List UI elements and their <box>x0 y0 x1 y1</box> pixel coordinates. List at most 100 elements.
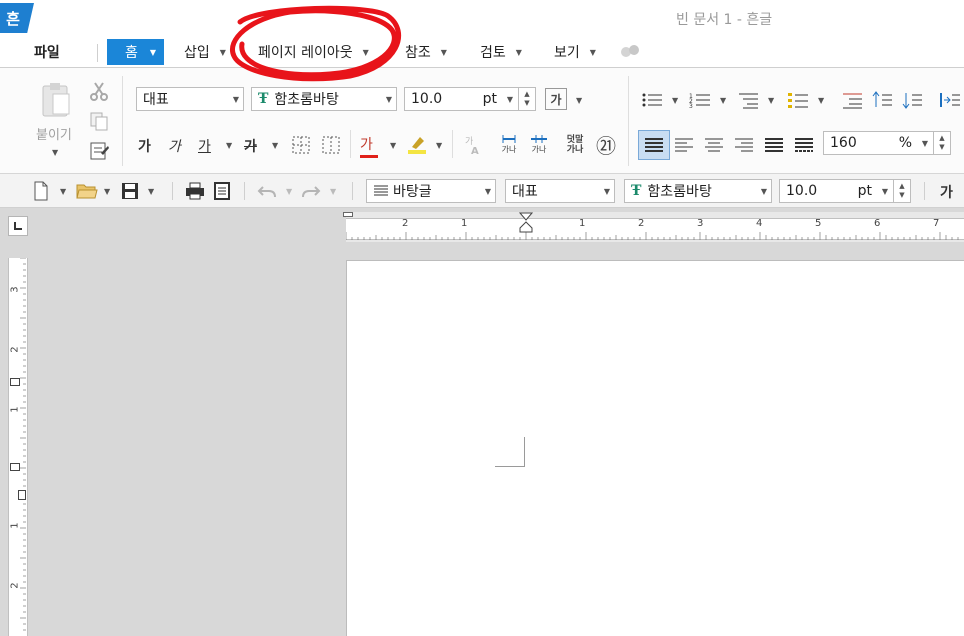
spacing-above-icon[interactable] <box>870 90 894 110</box>
chevron-down-icon[interactable]: ▼ <box>104 187 110 196</box>
indent-icon[interactable] <box>938 90 962 110</box>
ruler-label: 1 <box>579 218 586 229</box>
chevron-down-icon[interactable]: ▼ <box>390 141 396 150</box>
paragraph-style-combo[interactable]: 바탕글 ▼ <box>366 179 496 203</box>
menu-file[interactable]: 파일 <box>34 39 60 65</box>
left-margin-marker[interactable] <box>343 212 353 217</box>
document-page[interactable] <box>346 260 964 636</box>
chevron-down-icon[interactable]: ▼ <box>60 187 66 196</box>
indent-marker-vertical[interactable] <box>10 463 20 471</box>
ruler-track: 2 1 1 2 3 4 5 6 7 <box>346 218 964 240</box>
spacing-below-icon[interactable] <box>900 90 924 110</box>
chevron-down-icon[interactable]: ▼ <box>226 141 232 150</box>
paragraph-marker[interactable] <box>18 490 26 500</box>
highlight-icon[interactable] <box>406 133 428 155</box>
paragraph-number-icon[interactable] <box>840 90 864 110</box>
tab-page-layout[interactable]: 페이지 레이아웃 ▼ <box>258 39 369 65</box>
font-color-button[interactable]: 가 <box>360 134 378 158</box>
chevron-down-icon[interactable]: ▼ <box>672 96 678 105</box>
svg-text:A: A <box>471 146 479 156</box>
print-icon[interactable] <box>184 181 206 201</box>
spacing-increase-button[interactable]: 가나 <box>528 130 550 158</box>
ruler-label: 3 <box>9 286 21 293</box>
font-size-field[interactable]: 10.0 pt ▼ ▲ ▼ <box>404 87 536 111</box>
quick-style-combo[interactable]: 대표 ▼ <box>505 179 615 203</box>
tab-review[interactable]: 검토 ▼ <box>480 39 522 65</box>
chevron-down-icon[interactable]: ▼ <box>436 141 442 150</box>
share-icon[interactable] <box>620 44 640 58</box>
line-spacing-unit: % <box>898 135 912 151</box>
tab-type-button[interactable] <box>8 216 28 236</box>
align-center-icon[interactable] <box>702 134 726 156</box>
chevron-down-icon: ▼ <box>760 187 767 196</box>
font-combo[interactable]: Ŧ 함초롬바탕 ▼ <box>251 87 397 111</box>
superscript-icon[interactable] <box>290 134 312 156</box>
copy-icon[interactable] <box>88 110 110 132</box>
toolbar-divider <box>352 182 353 200</box>
over-char-button[interactable]: 덧말 가나 <box>562 132 588 158</box>
undo-icon[interactable] <box>256 182 278 200</box>
bullet-list-icon[interactable] <box>640 90 664 110</box>
distribute-icon[interactable] <box>762 134 786 156</box>
svg-text:3: 3 <box>689 103 693 109</box>
new-document-icon[interactable] <box>32 181 50 201</box>
chevron-down-icon[interactable]: ▼ <box>330 187 336 196</box>
paste-icon[interactable] <box>38 82 74 118</box>
chevron-down-icon: ▼ <box>385 95 392 104</box>
title-bar: 흔 빈 문서 1 - 흔글 <box>0 0 964 36</box>
preview-icon[interactable] <box>212 181 232 201</box>
ruler-label: 1 <box>9 522 21 529</box>
tab-home[interactable]: 홈 ▼ <box>107 39 164 65</box>
outline-icon[interactable] <box>786 90 810 110</box>
circled-char-button[interactable]: ㉑ <box>594 132 618 158</box>
chevron-down-icon[interactable]: ▼ <box>286 187 292 196</box>
save-icon[interactable] <box>120 181 140 201</box>
char-convert-icon[interactable]: 가A <box>462 134 484 156</box>
divide-icon[interactable] <box>792 134 816 156</box>
chevron-down-icon[interactable]: ▼ <box>818 96 824 105</box>
numbered-list-icon[interactable]: 123 <box>688 90 712 110</box>
cut-icon[interactable] <box>88 80 110 102</box>
align-left-icon[interactable] <box>672 134 696 156</box>
chevron-down-icon[interactable]: ▼ <box>720 96 726 105</box>
horizontal-ruler[interactable]: 2 1 1 2 3 4 5 6 7 <box>343 212 964 242</box>
tab-view[interactable]: 보기 ▼ <box>554 39 596 65</box>
quick-size-stepper[interactable]: ▲ ▼ <box>893 179 911 203</box>
underline-button[interactable]: 가 <box>198 136 211 156</box>
chevron-down-icon: ▼ <box>589 47 596 57</box>
quick-size-field[interactable]: 10.0 pt ▼ ▲ ▼ <box>779 179 911 203</box>
font-size-stepper[interactable]: ▲ ▼ <box>518 87 536 111</box>
format-painter-icon[interactable] <box>88 140 110 162</box>
bold-button[interactable]: 가 <box>138 136 151 156</box>
spacing-decrease-button[interactable]: 가나 <box>498 130 520 158</box>
indent-marker[interactable] <box>518 212 534 246</box>
chevron-down-icon[interactable]: ▼ <box>576 96 582 105</box>
ribbon-divider <box>628 76 629 166</box>
chevron-down-icon[interactable]: ▼ <box>768 96 774 105</box>
chevron-down-icon[interactable]: ▼ <box>272 141 278 150</box>
vertical-ruler[interactable]: 3 2 1 1 2 <box>8 258 28 636</box>
tab-insert[interactable]: 삽입 ▼ <box>184 39 226 65</box>
style-combo[interactable]: 대표 ▼ <box>136 87 244 111</box>
ruler-label: 5 <box>815 218 822 229</box>
italic-button[interactable]: 가 <box>168 136 181 156</box>
line-spacing-field[interactable]: 160 % ▼ ▲ ▼ <box>823 131 951 155</box>
subscript-icon[interactable] <box>320 134 342 156</box>
strikethrough-button[interactable]: 가 <box>244 136 257 156</box>
multilevel-list-icon[interactable] <box>736 90 760 110</box>
quick-font-combo[interactable]: Ŧ 함초롬바탕 ▼ <box>624 179 772 203</box>
toolbar-divider <box>172 182 173 200</box>
open-folder-icon[interactable] <box>76 182 98 200</box>
line-spacing-stepper[interactable]: ▲ ▼ <box>933 131 951 155</box>
top-margin-marker[interactable] <box>10 378 20 386</box>
char-shape-button[interactable]: 가 <box>545 88 567 110</box>
chevron-down-icon[interactable]: ▼ <box>148 187 154 196</box>
app-logo[interactable]: 흔 <box>0 3 34 33</box>
redo-icon[interactable] <box>300 182 322 200</box>
chevron-down-icon: ▼ <box>219 47 226 57</box>
tab-references[interactable]: 참조 ▼ <box>405 39 447 65</box>
quick-bold-button[interactable]: 가 <box>940 182 953 202</box>
line-spacing-value: 160 <box>830 135 857 151</box>
chevron-down-icon[interactable]: ▼ <box>52 148 58 157</box>
align-right-icon[interactable] <box>732 134 756 156</box>
